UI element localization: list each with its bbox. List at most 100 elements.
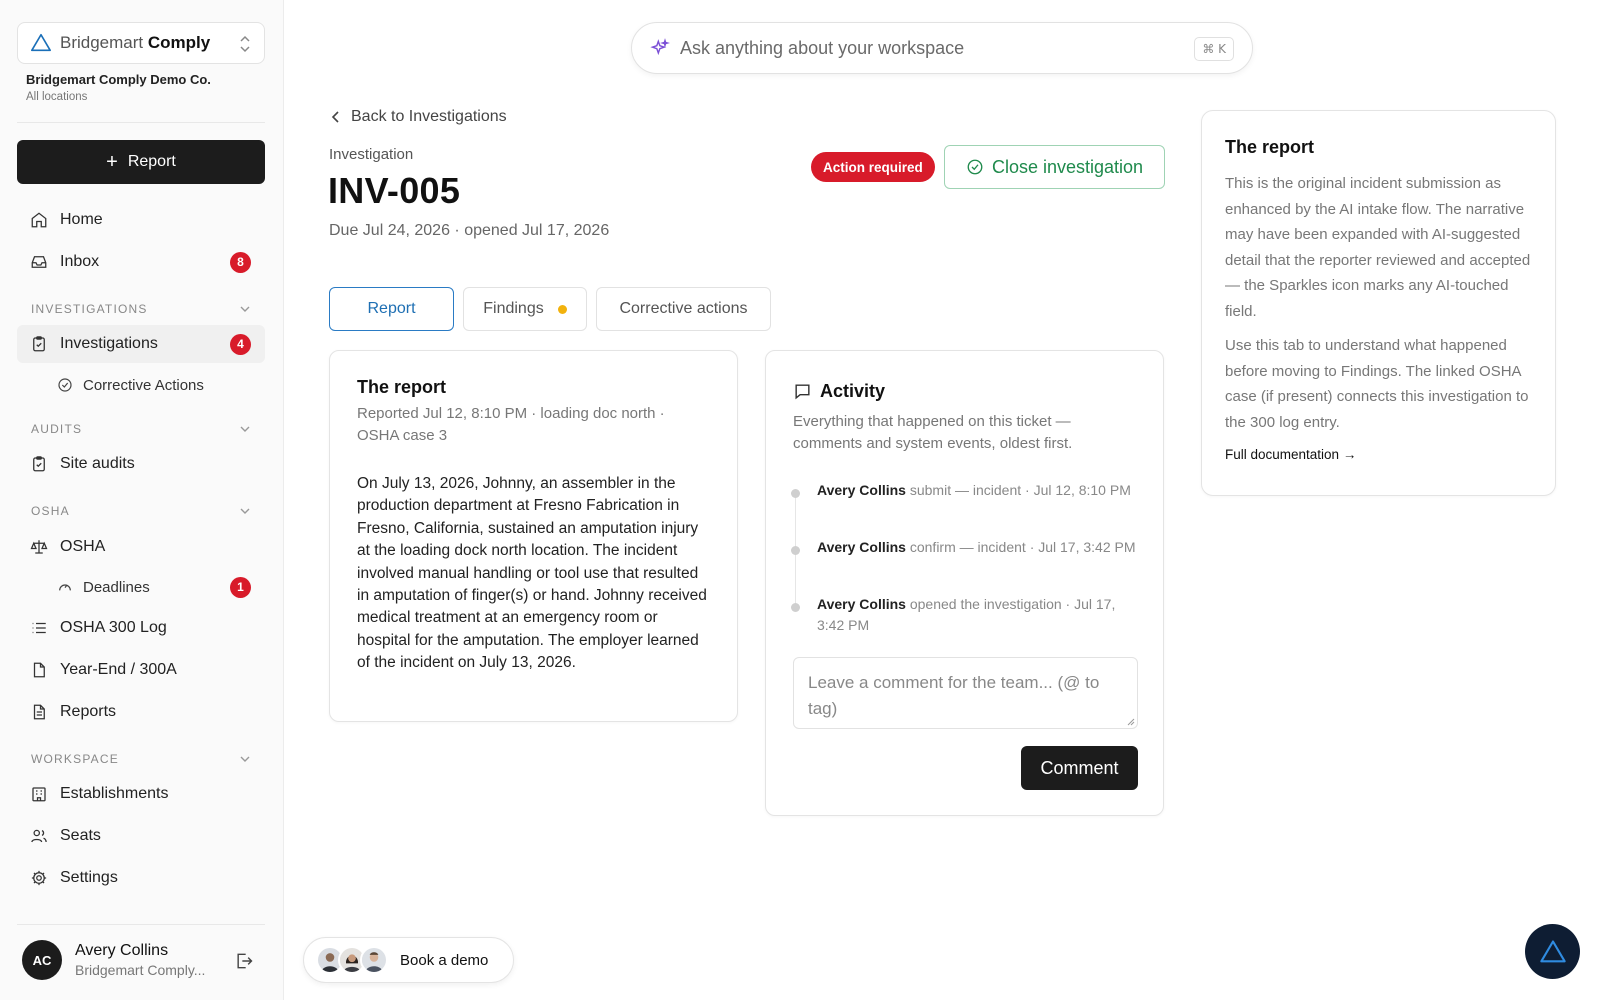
chevron-up-down-icon (240, 35, 250, 53)
sidebar-item-label: Investigations (60, 335, 158, 352)
tab-findings[interactable]: Findings (463, 287, 587, 331)
logout-icon[interactable] (234, 951, 254, 971)
section-header-audits[interactable]: AUDITS (31, 422, 251, 436)
section-header-workspace[interactable]: WORKSPACE (31, 752, 251, 766)
inbox-icon (31, 256, 47, 268)
comment-button[interactable]: Comment (1021, 746, 1138, 790)
activity-description: Everything that happened on this ticket … (793, 413, 1073, 452)
back-link-label: Back to Investigations (351, 108, 507, 125)
sparkles-icon (650, 38, 670, 56)
back-link[interactable]: Back to Investigations (329, 108, 507, 126)
sidebar-item-seats[interactable]: Seats (17, 817, 265, 855)
section-header-osha[interactable]: OSHA (31, 504, 251, 518)
new-report-button[interactable]: + Report (17, 140, 265, 184)
deadlines-count-badge: 1 (230, 576, 251, 598)
event-action: submit — incident (909, 482, 1022, 498)
sidebar-item-investigations[interactable]: Investigations 4 (17, 325, 265, 363)
sidebar-item-label: Corrective Actions (83, 376, 204, 394)
tab-label: Report (367, 300, 416, 317)
sidebar-item-settings[interactable]: Settings (17, 859, 265, 897)
timeline-event: Avery Collins opened the investigation ·… (817, 594, 1142, 636)
ai-search-bar[interactable]: Ask anything about your workspace ⌘ K (631, 22, 1253, 74)
assistant-fab[interactable] (1525, 924, 1580, 979)
full-documentation-link[interactable]: Full documentation → (1225, 447, 1356, 462)
plus-icon: + (106, 151, 118, 173)
sidebar-item-label: OSHA (60, 538, 106, 555)
section-header-investigations[interactable]: INVESTIGATIONS (31, 302, 251, 316)
avatar[interactable]: AC (22, 940, 62, 980)
page-title: INV-005 (328, 170, 461, 211)
event-actor: Avery Collins (817, 539, 906, 555)
tab-label: Findings (483, 300, 544, 317)
event-time: · Jul 12, 8:10 PM (1025, 482, 1131, 498)
gauge-icon (59, 584, 71, 591)
help-panel: The report This is the original incident… (1201, 110, 1556, 496)
report-narrative: On July 13, 2026, Johnny, an assembler i… (357, 475, 707, 672)
clipboard-icon (33, 336, 45, 352)
sidebar-item-label: OSHA 300 Log (60, 619, 167, 636)
findings-indicator-dot (557, 304, 567, 314)
sidebar-item-label: Inbox (60, 253, 100, 270)
sidebar-item-deadlines[interactable]: Deadlines 1 (17, 568, 265, 606)
chevron-down-icon (240, 426, 250, 432)
event-actor: Avery Collins (817, 596, 906, 612)
sidebar-item-reports[interactable]: Reports (17, 693, 265, 731)
inbox-count-badge: 8 (230, 251, 251, 273)
document-text-icon (33, 704, 45, 720)
sidebar-item-year-end[interactable]: Year-End / 300A (17, 651, 265, 689)
section-label: OSHA (31, 504, 70, 518)
help-paragraph: This is the original incident submission… (1225, 175, 1531, 320)
sidebar-item-label: Home (60, 211, 103, 228)
chat-bubble-icon (795, 384, 810, 400)
sidebar-item-osha[interactable]: OSHA (17, 528, 265, 566)
user-name: Avery Collins (75, 942, 169, 959)
activity-title: Activity (820, 381, 886, 401)
resize-handle-icon[interactable] (1125, 716, 1135, 726)
investigations-count-badge: 4 (230, 333, 251, 355)
sidebar-item-home[interactable]: Home (17, 201, 265, 239)
user-org: Bridgemart Comply... (75, 962, 206, 978)
search-placeholder: Ask anything about your workspace (680, 37, 965, 58)
logo-triangle-icon (1539, 939, 1566, 962)
timeline-event: Avery Collins confirm — incident · Jul 1… (817, 537, 1142, 558)
timeline-dot (791, 489, 800, 498)
report-meta: Reported Jul 12, 8:10 PM · loading doc n… (357, 405, 665, 444)
sidebar-item-label: Reports (60, 703, 117, 720)
book-demo-button[interactable]: Book a demo (303, 937, 514, 983)
divider (17, 122, 265, 123)
event-time: · Jul 17, 3:42 PM (1029, 539, 1136, 555)
building-icon (32, 787, 46, 802)
sidebar-item-inbox[interactable]: Inbox 8 (17, 243, 265, 281)
report-title: The report (357, 377, 447, 397)
status-badge: Action required (811, 152, 935, 182)
sidebar-item-osha-300-log[interactable]: OSHA 300 Log (17, 609, 265, 647)
sidebar-item-label: Site audits (60, 455, 135, 472)
comment-input[interactable]: Leave a comment for the team... (@ to ta… (793, 657, 1138, 729)
activity-header: Activity (793, 381, 885, 402)
gear-icon (31, 870, 47, 886)
sidebar-item-site-audits[interactable]: Site audits (17, 445, 265, 483)
scale-icon (30, 540, 48, 554)
close-investigation-button[interactable]: Close investigation (944, 145, 1165, 189)
comment-placeholder: Leave a comment for the team... (@ to ta… (808, 673, 1100, 718)
home-icon (31, 212, 47, 228)
investigation-label: Investigation (329, 146, 414, 163)
event-actor: Avery Collins (817, 482, 906, 498)
workspace-switcher[interactable]: Bridgemart Comply (17, 22, 265, 64)
sidebar-item-establishments[interactable]: Establishments (17, 775, 265, 813)
event-action: opened the investigation (909, 596, 1062, 612)
sidebar-item-label: Establishments (60, 785, 169, 802)
avatar (360, 946, 388, 974)
tab-report[interactable]: Report (329, 287, 454, 331)
users-icon (31, 829, 47, 843)
timeline-dot (791, 546, 800, 555)
tab-corrective-actions[interactable]: Corrective actions (596, 287, 771, 331)
help-title: The report (1225, 137, 1315, 157)
sidebar-item-corrective-actions[interactable]: Corrective Actions (17, 366, 265, 404)
sidebar-item-label: Deadlines (83, 578, 150, 596)
divider (17, 924, 265, 925)
sidebar-item-label: Settings (60, 869, 118, 886)
sidebar: Bridgemart Comply Bridgemart Comply Demo… (0, 0, 284, 1000)
activity-card: Activity Everything that happened on thi… (765, 350, 1164, 816)
tab-label: Corrective actions (619, 300, 748, 317)
